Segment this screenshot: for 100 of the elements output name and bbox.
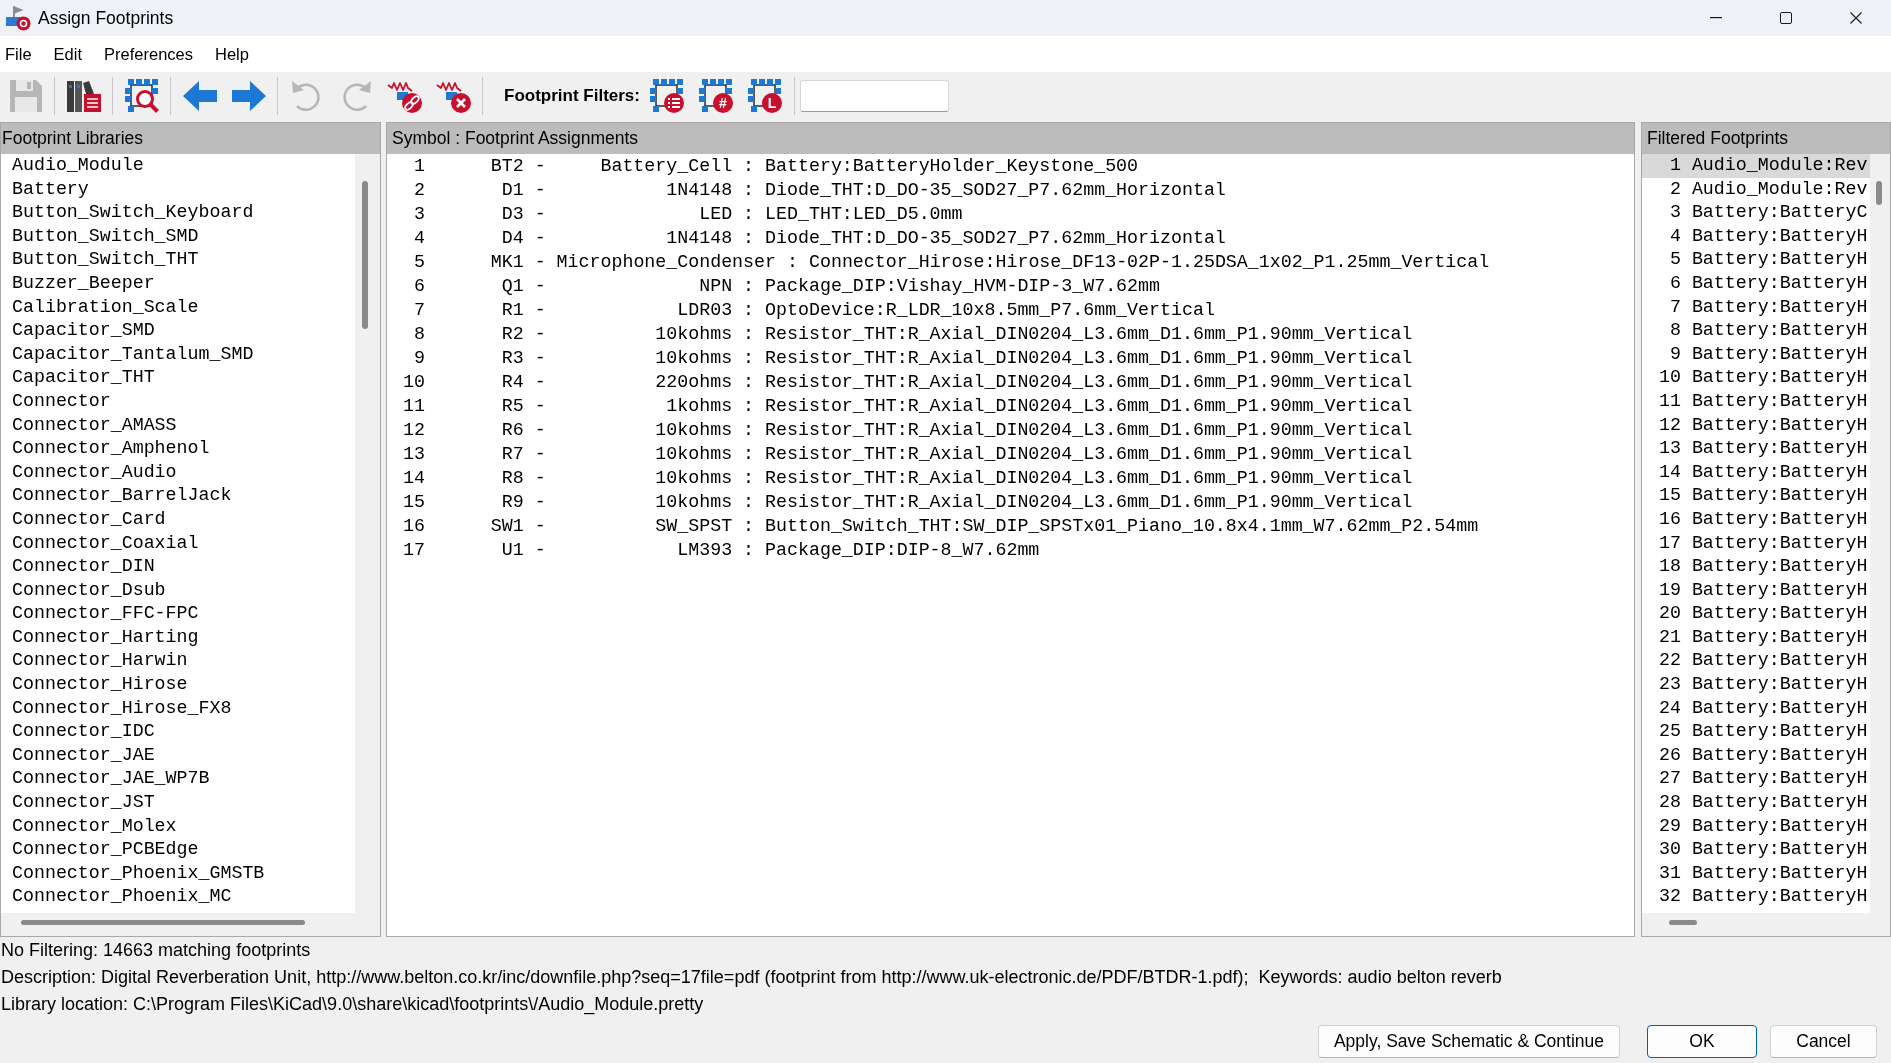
scrollbar-thumb[interactable] (21, 920, 305, 925)
footprint-item[interactable]: 4 Battery:BatteryH (1642, 224, 1870, 249)
footprint-item[interactable]: 22 Battery:BatteryH (1642, 649, 1870, 674)
dialog-button[interactable]: OK (1647, 1025, 1757, 1058)
library-item[interactable]: Connector_Harting (12, 625, 199, 650)
assignment-row[interactable]: 11 R5 - 1kohms : Resistor_THT:R_Axial_DIN0204_L3.6mm_D1.6mm_P1.90mm_Vertical (392, 394, 1413, 418)
footprint-item[interactable]: 19 Battery:BatteryH (1642, 578, 1870, 603)
filter-toggle[interactable]: L (741, 74, 790, 118)
library-item[interactable]: Capacitor_SMD (12, 319, 155, 343)
menu-item[interactable]: Preferences (93, 39, 204, 69)
menu-item[interactable]: Help (204, 39, 260, 69)
library-item[interactable]: Connector_Harwin (12, 649, 188, 674)
footprint-item[interactable]: 16 Battery:BatteryH (1642, 507, 1870, 532)
footprint-item[interactable]: 20 Battery:BatteryH (1642, 602, 1870, 626)
dialog-button[interactable]: Apply, Save Schematic & Continue (1318, 1025, 1620, 1058)
footprint-item[interactable]: 14 Battery:BatteryH (1642, 460, 1870, 485)
footprint-item[interactable]: 5 Battery:BatteryH (1642, 248, 1870, 272)
library-item[interactable]: Connector_JAE (12, 743, 155, 768)
menu-item[interactable]: Edit (42, 39, 94, 69)
filter-toggle[interactable]: # (692, 74, 741, 118)
footprint-item[interactable]: 6 Battery:BatteryH (1642, 271, 1870, 296)
assignment-row[interactable]: 2 D1 - 1N4148 : Diode_THT:D_DO-35_SOD27_P7.62mm_Horizontal (392, 178, 1226, 202)
library-item[interactable]: Button_Switch_THT (12, 248, 199, 272)
library-item[interactable]: Connector (12, 389, 111, 414)
library-item[interactable]: Buzzer_Beeper (12, 271, 155, 296)
library-item[interactable]: Connector_Hirose_FX8 (12, 696, 232, 721)
footprint-item[interactable]: 25 Battery:BatteryH (1642, 720, 1870, 744)
footprint-item[interactable]: 30 Battery:BatteryH (1642, 838, 1870, 862)
assignment-row[interactable]: 1 BT2 - Battery_Cell : Battery:BatteryHolder_Keystone_500 (392, 154, 1139, 178)
footprint-item[interactable]: 2 Audio_Module:Rev (1642, 177, 1870, 202)
footprint-item[interactable]: 7 Battery:BatteryH (1642, 295, 1870, 320)
footprint-item[interactable]: 9 Battery:BatteryH (1642, 342, 1870, 367)
library-item[interactable]: Connector_Molex (12, 814, 177, 839)
scrollbar-thumb[interactable] (362, 181, 368, 329)
minimize-icon (1710, 17, 1722, 19)
footprint-item[interactable]: 32 Battery:BatteryH (1642, 885, 1870, 909)
library-item[interactable]: Capacitor_Tantalum_SMD (12, 342, 254, 367)
library-item[interactable]: Connector_Coaxial (12, 531, 199, 556)
library-item[interactable]: Connector_JAE_WP7B (12, 767, 210, 792)
library-item[interactable]: Connector_BarrelJack (12, 484, 232, 508)
scrollbar-thumb[interactable] (1669, 920, 1697, 925)
assignment-row[interactable]: 8 R2 - 10kohms : Resistor_THT:R_Axial_DIN0204_L3.6mm_D1.6mm_P1.90mm_Vertical (392, 322, 1413, 346)
maximize-icon (1780, 12, 1792, 24)
library-item[interactable]: Button_Switch_SMD (12, 224, 199, 249)
assignment-row[interactable]: 5 MK1 - Microphone_Condenser : Connector_Hirose:Hirose_DF13-02P-1.25DSA_1x02_P1.25mm_Vertical (392, 250, 1490, 274)
footprint-item[interactable]: 23 Battery:BatteryH (1642, 673, 1870, 697)
footprint-item[interactable]: 13 Battery:BatteryH (1642, 437, 1870, 461)
assignment-row[interactable]: 13 R7 - 10kohms : Resistor_THT:R_Axial_DIN0204_L3.6mm_D1.6mm_P1.90mm_Vertical (392, 442, 1413, 466)
footprint-item[interactable]: 15 Battery:BatteryH (1642, 484, 1870, 508)
footprint-item[interactable]: 3 Battery:BatteryC (1642, 201, 1870, 225)
footprint-item[interactable]: 31 Battery:BatteryH (1642, 861, 1870, 886)
window-title: Assign Footprints (38, 7, 175, 29)
assignment-row[interactable]: 15 R9 - 10kohms : Resistor_THT:R_Axial_DIN0204_L3.6mm_D1.6mm_P1.90mm_Vertical (392, 490, 1413, 514)
footprint-item[interactable]: 17 Battery:BatteryH (1642, 531, 1870, 556)
library-item[interactable]: Connector_FFC-FPC (12, 602, 199, 626)
footprint-item[interactable]: 12 Battery:BatteryH (1642, 413, 1870, 438)
footprint-item[interactable]: 29 Battery:BatteryH (1642, 814, 1870, 839)
library-item[interactable]: Connector_JST (12, 791, 155, 815)
library-item[interactable]: Connector_Phoenix_MC (12, 885, 232, 909)
footprint-item[interactable]: 26 Battery:BatteryH (1642, 743, 1870, 768)
library-item[interactable]: Connector_IDC (12, 720, 155, 744)
footprint-item[interactable]: 8 Battery:BatteryH (1642, 319, 1870, 343)
library-item[interactable]: Connector_Card (12, 507, 166, 532)
assignment-row[interactable]: 3 D3 - LED : LED_THT:LED_D5.0mm (392, 202, 963, 226)
library-item[interactable]: Capacitor_THT (12, 366, 155, 390)
close-icon (1850, 12, 1862, 24)
library-item[interactable]: Connector_Hirose (12, 673, 188, 697)
footprint-item[interactable]: 18 Battery:BatteryH (1642, 555, 1870, 579)
library-item[interactable]: Button_Switch_Keyboard (12, 201, 254, 225)
assignment-row[interactable]: 9 R3 - 10kohms : Resistor_THT:R_Axial_DIN0204_L3.6mm_D1.6mm_P1.90mm_Vertical (392, 346, 1413, 370)
assignment-row[interactable]: 7 R1 - LDR03 : OptoDevice:R_LDR_10x8.5mm_P7.6mm_Vertical (392, 298, 1215, 322)
menu-item[interactable]: File (0, 39, 43, 69)
footprint-item[interactable]: 27 Battery:BatteryH (1642, 767, 1870, 792)
assignment-row[interactable]: 17 U1 - LM393 : Package_DIP:DIP-8_W7.62mm (392, 538, 1040, 562)
chip-flag-icon (5, 5, 31, 31)
library-item[interactable]: Calibration_Scale (12, 295, 199, 320)
footprint-item[interactable]: 21 Battery:BatteryH (1642, 625, 1870, 650)
footprint-item[interactable]: 10 Battery:BatteryH (1642, 366, 1870, 390)
footprint-item[interactable]: 11 Battery:BatteryH (1642, 389, 1870, 414)
footprint-item[interactable]: 24 Battery:BatteryH (1642, 696, 1870, 721)
assignment-row[interactable]: 4 D4 - 1N4148 : Diode_THT:D_DO-35_SOD27_P7.62mm_Horizontal (392, 226, 1226, 250)
library-item[interactable]: Connector_Audio (12, 460, 177, 485)
library-item[interactable]: Connector_PCBEdge (12, 838, 199, 862)
library-item[interactable]: Battery (12, 177, 89, 202)
library-item[interactable]: Connector_DIN (12, 555, 155, 579)
library-item[interactable]: Connector_Amphenol (12, 437, 210, 461)
library-item[interactable]: Connector_Phoenix_GMSTB (12, 861, 265, 886)
library-item[interactable]: Audio_Module (12, 154, 144, 178)
assignment-row[interactable]: 12 R6 - 10kohms : Resistor_THT:R_Axial_DIN0204_L3.6mm_D1.6mm_P1.90mm_Vertical (392, 418, 1413, 442)
assignment-row[interactable]: 10 R4 - 220ohms : Resistor_THT:R_Axial_DIN0204_L3.6mm_D1.6mm_P1.90mm_Vertical (392, 370, 1413, 394)
dialog-button[interactable]: Cancel (1770, 1025, 1877, 1058)
filter-input[interactable] (800, 80, 949, 112)
library-item[interactable]: Connector_Dsub (12, 578, 166, 603)
assignment-row[interactable]: 16 SW1 - SW_SPST : Button_Switch_THT:SW_DIP_SPSTx01_Piano_10.8x4.1mm_W7.62mm_P2.54mm (392, 514, 1479, 538)
assignment-row[interactable]: 14 R8 - 10kohms : Resistor_THT:R_Axial_DIN0204_L3.6mm_D1.6mm_P1.90mm_Vertical (392, 466, 1413, 490)
library-item[interactable]: Connector_AMASS (12, 413, 177, 438)
footprint-item[interactable]: 28 Battery:BatteryH (1642, 791, 1870, 815)
assignment-row[interactable]: 6 Q1 - NPN : Package_DIP:Vishay_HVM-DIP-3_W7.62mm (392, 274, 1160, 298)
scrollbar-thumb[interactable] (1876, 181, 1882, 205)
footprint-item[interactable]: 1 Audio_Module:Rev (1642, 154, 1870, 178)
